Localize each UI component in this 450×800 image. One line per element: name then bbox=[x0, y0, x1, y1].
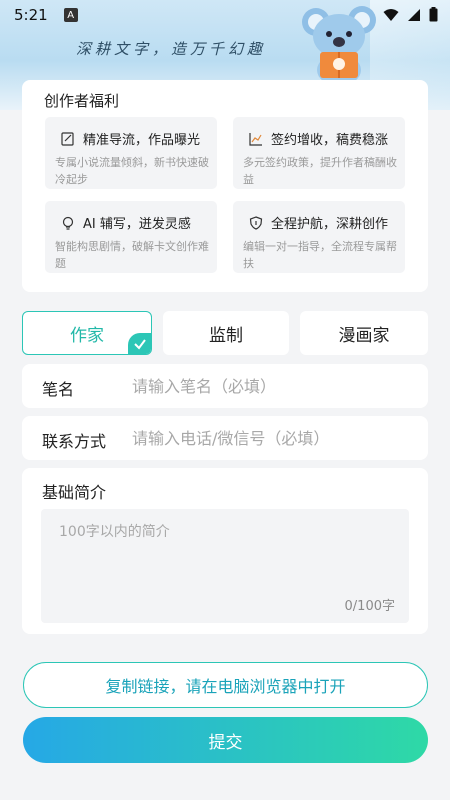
contact-label: 联系方式 bbox=[42, 432, 107, 451]
check-icon bbox=[134, 339, 146, 350]
signal-icon bbox=[408, 8, 420, 21]
edit-icon bbox=[61, 131, 74, 146]
benefit-tile-income: 签约增收，稿费稳涨 多元签约政策，提升作者稿酬收益 bbox=[233, 117, 405, 189]
header-slogan: 深耕文字，造万千幻趣 bbox=[76, 40, 267, 58]
intro-textarea[interactable] bbox=[41, 509, 409, 599]
benefit-title: AI 辅写，迸发灵感 bbox=[83, 217, 191, 232]
intro-card: 基础简介 0/100字 bbox=[22, 468, 428, 634]
status-notification-icon: A bbox=[63, 8, 78, 22]
benefit-title: 精准导流，作品曝光 bbox=[83, 133, 201, 148]
pen-name-input[interactable] bbox=[132, 371, 418, 401]
role-label: 作家 bbox=[70, 325, 104, 346]
creator-benefits-card: 创作者福利 精准导流，作品曝光 专属小说流量倾斜，新书快速破冷起步 签约增收，稿… bbox=[22, 80, 428, 292]
chart-icon bbox=[249, 132, 262, 146]
role-option-writer[interactable]: 作家 bbox=[22, 311, 152, 355]
benefits-title: 创作者福利 bbox=[44, 92, 120, 110]
shield-icon bbox=[249, 215, 263, 230]
koala-mascot-icon bbox=[302, 6, 376, 88]
status-time: 5:21 bbox=[14, 6, 48, 24]
contact-row: 联系方式 bbox=[22, 416, 428, 460]
role-label: 监制 bbox=[209, 325, 243, 346]
benefit-tile-traffic: 精准导流，作品曝光 专属小说流量倾斜，新书快速破冷起步 bbox=[45, 117, 217, 189]
selected-check-badge bbox=[128, 333, 151, 354]
pen-name-label: 笔名 bbox=[42, 380, 75, 399]
benefit-tile-guidance: 全程护航，深耕创作 编辑一对一指导，全流程专属帮扶 bbox=[233, 201, 405, 273]
benefit-title: 签约增收，稿费稳涨 bbox=[271, 133, 389, 148]
role-option-supervisor[interactable]: 监制 bbox=[163, 311, 289, 355]
submit-button[interactable]: 提交 bbox=[23, 717, 428, 763]
benefit-title: 全程护航，深耕创作 bbox=[271, 217, 389, 232]
status-icons bbox=[383, 7, 438, 22]
copy-link-button[interactable]: 复制链接，请在电脑浏览器中打开 bbox=[23, 662, 428, 708]
benefit-desc: 智能构思剧情，破解卡文创作难题 bbox=[55, 240, 209, 270]
intro-char-counter: 0/100字 bbox=[344, 599, 395, 614]
contact-input[interactable] bbox=[132, 423, 418, 453]
role-option-comic-artist[interactable]: 漫画家 bbox=[300, 311, 428, 355]
wifi-icon bbox=[383, 8, 399, 21]
benefit-desc: 编辑一对一指导，全流程专属帮扶 bbox=[243, 240, 397, 270]
intro-box: 0/100字 bbox=[41, 509, 409, 623]
battery-icon bbox=[429, 7, 438, 22]
benefit-desc: 多元签约政策，提升作者稿酬收益 bbox=[243, 156, 397, 186]
benefit-desc: 专属小说流量倾斜，新书快速破冷起步 bbox=[55, 156, 209, 186]
role-label: 漫画家 bbox=[338, 325, 390, 346]
bulb-icon bbox=[62, 216, 74, 230]
benefit-tile-ai: AI 辅写，迸发灵感 智能构思剧情，破解卡文创作难题 bbox=[45, 201, 217, 273]
intro-label: 基础简介 bbox=[42, 483, 107, 502]
pen-name-row: 笔名 bbox=[22, 364, 428, 408]
